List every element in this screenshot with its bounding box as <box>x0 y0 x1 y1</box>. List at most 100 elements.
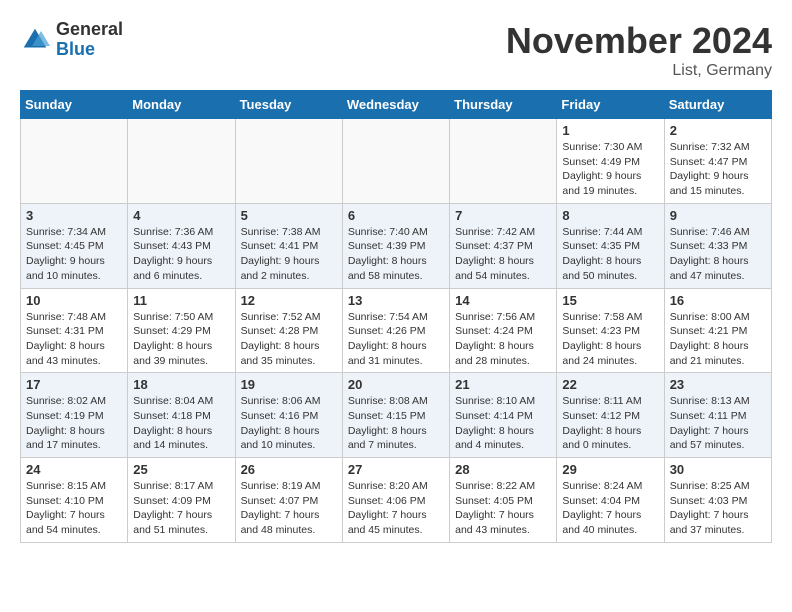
calendar-header-row: Sunday Monday Tuesday Wednesday Thursday… <box>21 91 772 119</box>
day-number: 2 <box>670 123 766 138</box>
table-row: 19Sunrise: 8:06 AM Sunset: 4:16 PM Dayli… <box>235 373 342 458</box>
day-number: 10 <box>26 293 122 308</box>
day-info: Sunrise: 7:42 AM Sunset: 4:37 PM Dayligh… <box>455 225 551 284</box>
calendar-table: Sunday Monday Tuesday Wednesday Thursday… <box>20 90 772 543</box>
table-row: 13 Sunrise: 7:54 AM Sunset: 4:26 PM Dayli… <box>342 288 449 373</box>
table-row: 5 Sunrise: 7:38 AM Sunset: 4:41 PM Daylig… <box>235 203 342 288</box>
page-header: General Blue November 2024 List, Germany <box>20 20 772 80</box>
table-row: 6 Sunrise: 7:40 AM Sunset: 4:39 PM Daylig… <box>342 203 449 288</box>
calendar-week-row: 1 Sunrise: 7:30 AM Sunset: 4:49 PM Daylig… <box>21 119 772 204</box>
table-row: 23Sunrise: 8:13 AM Sunset: 4:11 PM Dayli… <box>664 373 771 458</box>
day-info: Sunrise: 7:34 AM Sunset: 4:45 PM Dayligh… <box>26 225 122 284</box>
day-info: Sunrise: 8:24 AM Sunset: 4:04 PM Dayligh… <box>562 479 658 538</box>
day-info: Sunrise: 8:10 AM Sunset: 4:14 PM Dayligh… <box>455 394 551 453</box>
table-row: 28 Sunrise: 8:22 AM Sunset: 4:05 PM Dayli… <box>450 458 557 543</box>
table-row: 14Sunrise: 7:56 AM Sunset: 4:24 PM Dayli… <box>450 288 557 373</box>
table-row: 29Sunrise: 8:24 AM Sunset: 4:04 PM Dayli… <box>557 458 664 543</box>
day-info: Sunrise: 8:06 AM Sunset: 4:16 PM Dayligh… <box>241 394 337 453</box>
logo-icon <box>20 25 50 55</box>
day-number: 9 <box>670 208 766 223</box>
day-number: 27 <box>348 462 444 477</box>
day-info: Sunrise: 8:08 AM Sunset: 4:15 PM Dayligh… <box>348 394 444 453</box>
table-row: 11 Sunrise: 7:50 AM Sunset: 4:29 PM Dayli… <box>128 288 235 373</box>
logo: General Blue <box>20 20 123 60</box>
title-block: November 2024 List, Germany <box>506 20 772 80</box>
day-number: 23 <box>670 377 766 392</box>
day-info: Sunrise: 7:46 AM Sunset: 4:33 PM Dayligh… <box>670 225 766 284</box>
logo-text: General Blue <box>56 20 123 60</box>
day-number: 16 <box>670 293 766 308</box>
table-row: 16 Sunrise: 8:00 AM Sunset: 4:21 PM Dayli… <box>664 288 771 373</box>
calendar-week-row: 3 Sunrise: 7:34 AM Sunset: 4:45 PM Daylig… <box>21 203 772 288</box>
day-info: Sunrise: 8:19 AM Sunset: 4:07 PM Dayligh… <box>241 479 337 538</box>
day-info: Sunrise: 8:22 AM Sunset: 4:05 PM Dayligh… <box>455 479 551 538</box>
day-number: 28 <box>455 462 551 477</box>
day-info: Sunrise: 7:48 AM Sunset: 4:31 PM Dayligh… <box>26 310 122 369</box>
table-row: 30Sunrise: 8:25 AM Sunset: 4:03 PM Dayli… <box>664 458 771 543</box>
table-row: 21 Sunrise: 8:10 AM Sunset: 4:14 PM Dayli… <box>450 373 557 458</box>
col-saturday: Saturday <box>664 91 771 119</box>
day-info: Sunrise: 7:32 AM Sunset: 4:47 PM Dayligh… <box>670 140 766 199</box>
table-row <box>21 119 128 204</box>
day-number: 11 <box>133 293 229 308</box>
table-row <box>342 119 449 204</box>
table-row <box>128 119 235 204</box>
table-row: 25 Sunrise: 8:17 AM Sunset: 4:09 PM Dayli… <box>128 458 235 543</box>
day-number: 7 <box>455 208 551 223</box>
calendar-week-row: 24Sunrise: 8:15 AM Sunset: 4:10 PM Dayli… <box>21 458 772 543</box>
table-row: 4 Sunrise: 7:36 AM Sunset: 4:43 PM Daylig… <box>128 203 235 288</box>
day-info: Sunrise: 8:00 AM Sunset: 4:21 PM Dayligh… <box>670 310 766 369</box>
table-row: 17 Sunrise: 8:02 AM Sunset: 4:19 PM Dayli… <box>21 373 128 458</box>
table-row: 7 Sunrise: 7:42 AM Sunset: 4:37 PM Daylig… <box>450 203 557 288</box>
logo-blue: Blue <box>56 40 123 60</box>
day-number: 30 <box>670 462 766 477</box>
table-row: 22Sunrise: 8:11 AM Sunset: 4:12 PM Dayli… <box>557 373 664 458</box>
day-info: Sunrise: 7:56 AM Sunset: 4:24 PM Dayligh… <box>455 310 551 369</box>
table-row: 10 Sunrise: 7:48 AM Sunset: 4:31 PM Dayli… <box>21 288 128 373</box>
col-wednesday: Wednesday <box>342 91 449 119</box>
day-number: 24 <box>26 462 122 477</box>
col-monday: Monday <box>128 91 235 119</box>
col-sunday: Sunday <box>21 91 128 119</box>
day-info: Sunrise: 7:38 AM Sunset: 4:41 PM Dayligh… <box>241 225 337 284</box>
col-thursday: Thursday <box>450 91 557 119</box>
day-info: Sunrise: 7:40 AM Sunset: 4:39 PM Dayligh… <box>348 225 444 284</box>
day-info: Sunrise: 8:02 AM Sunset: 4:19 PM Dayligh… <box>26 394 122 453</box>
table-row: 2 Sunrise: 7:32 AM Sunset: 4:47 PM Daylig… <box>664 119 771 204</box>
col-friday: Friday <box>557 91 664 119</box>
calendar-week-row: 17 Sunrise: 8:02 AM Sunset: 4:19 PM Dayli… <box>21 373 772 458</box>
day-info: Sunrise: 7:50 AM Sunset: 4:29 PM Dayligh… <box>133 310 229 369</box>
table-row: 18Sunrise: 8:04 AM Sunset: 4:18 PM Dayli… <box>128 373 235 458</box>
logo-general: General <box>56 20 123 40</box>
day-info: Sunrise: 8:17 AM Sunset: 4:09 PM Dayligh… <box>133 479 229 538</box>
day-info: Sunrise: 7:44 AM Sunset: 4:35 PM Dayligh… <box>562 225 658 284</box>
day-number: 8 <box>562 208 658 223</box>
day-info: Sunrise: 7:52 AM Sunset: 4:28 PM Dayligh… <box>241 310 337 369</box>
day-number: 12 <box>241 293 337 308</box>
table-row: 26Sunrise: 8:19 AM Sunset: 4:07 PM Dayli… <box>235 458 342 543</box>
col-tuesday: Tuesday <box>235 91 342 119</box>
day-number: 5 <box>241 208 337 223</box>
location: List, Germany <box>506 62 772 80</box>
day-number: 20 <box>348 377 444 392</box>
table-row: 12 Sunrise: 7:52 AM Sunset: 4:28 PM Dayli… <box>235 288 342 373</box>
day-info: Sunrise: 7:30 AM Sunset: 4:49 PM Dayligh… <box>562 140 658 199</box>
day-number: 4 <box>133 208 229 223</box>
day-number: 3 <box>26 208 122 223</box>
day-info: Sunrise: 8:20 AM Sunset: 4:06 PM Dayligh… <box>348 479 444 538</box>
day-number: 17 <box>26 377 122 392</box>
day-number: 15 <box>562 293 658 308</box>
day-number: 21 <box>455 377 551 392</box>
table-row <box>450 119 557 204</box>
day-number: 1 <box>562 123 658 138</box>
day-info: Sunrise: 7:36 AM Sunset: 4:43 PM Dayligh… <box>133 225 229 284</box>
day-number: 6 <box>348 208 444 223</box>
day-info: Sunrise: 7:58 AM Sunset: 4:23 PM Dayligh… <box>562 310 658 369</box>
day-info: Sunrise: 7:54 AM Sunset: 4:26 PM Dayligh… <box>348 310 444 369</box>
table-row: 27 Sunrise: 8:20 AM Sunset: 4:06 PM Dayli… <box>342 458 449 543</box>
table-row: 8 Sunrise: 7:44 AM Sunset: 4:35 PM Daylig… <box>557 203 664 288</box>
day-number: 13 <box>348 293 444 308</box>
day-number: 18 <box>133 377 229 392</box>
day-number: 25 <box>133 462 229 477</box>
day-number: 22 <box>562 377 658 392</box>
